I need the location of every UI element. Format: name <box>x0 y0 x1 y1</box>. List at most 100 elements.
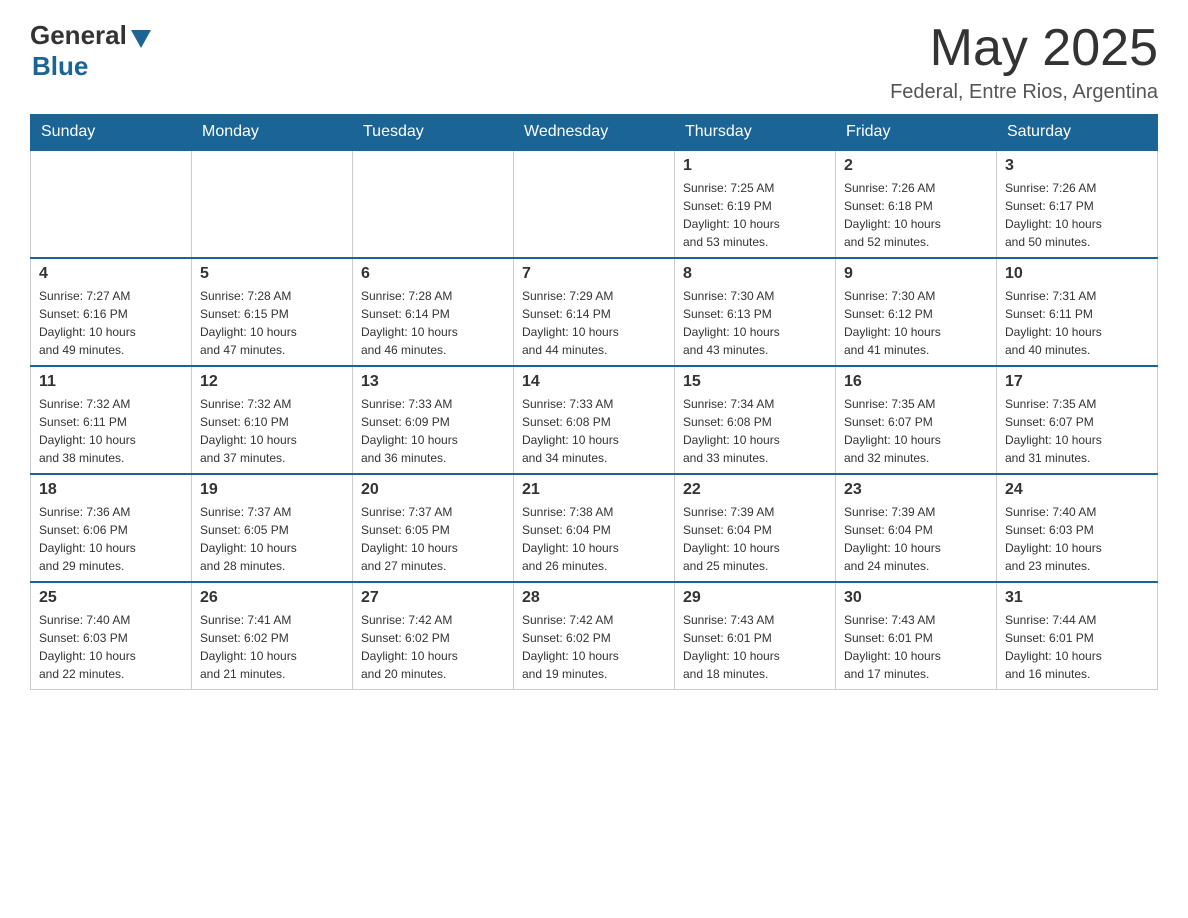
day-number: 17 <box>1005 373 1149 391</box>
logo-arrow-icon <box>131 30 151 48</box>
day-number: 18 <box>39 481 183 499</box>
day-info: Sunrise: 7:26 AMSunset: 6:17 PMDaylight:… <box>1005 179 1149 251</box>
calendar-cell: 24 Sunrise: 7:40 AMSunset: 6:03 PMDayligh… <box>997 474 1158 582</box>
day-number: 8 <box>683 265 827 283</box>
calendar-table: SundayMondayTuesdayWednesdayThursdayFrid… <box>30 114 1158 690</box>
day-info: Sunrise: 7:40 AMSunset: 6:03 PMDaylight:… <box>1005 503 1149 575</box>
calendar-cell: 2 Sunrise: 7:26 AMSunset: 6:18 PMDaylight… <box>836 150 997 258</box>
calendar-cell: 19 Sunrise: 7:37 AMSunset: 6:05 PMDayligh… <box>192 474 353 582</box>
day-number: 29 <box>683 589 827 607</box>
page-header: General Blue May 2025 Federal, Entre Rio… <box>30 20 1158 104</box>
location-text: Federal, Entre Rios, Argentina <box>890 81 1158 104</box>
title-section: May 2025 Federal, Entre Rios, Argentina <box>890 20 1158 104</box>
day-number: 19 <box>200 481 344 499</box>
calendar-cell <box>192 150 353 258</box>
calendar-week-row: 4 Sunrise: 7:27 AMSunset: 6:16 PMDaylight… <box>31 258 1158 366</box>
day-number: 15 <box>683 373 827 391</box>
day-number: 1 <box>683 157 827 175</box>
calendar-cell: 3 Sunrise: 7:26 AMSunset: 6:17 PMDaylight… <box>997 150 1158 258</box>
calendar-cell: 27 Sunrise: 7:42 AMSunset: 6:02 PMDayligh… <box>353 582 514 690</box>
weekday-header-thursday: Thursday <box>675 115 836 151</box>
day-info: Sunrise: 7:34 AMSunset: 6:08 PMDaylight:… <box>683 395 827 467</box>
calendar-cell <box>31 150 192 258</box>
day-number: 5 <box>200 265 344 283</box>
calendar-cell: 12Sunrise: 7:32 AMSunset: 6:10 PMDayligh… <box>192 366 353 474</box>
day-info: Sunrise: 7:42 AMSunset: 6:02 PMDaylight:… <box>522 611 666 683</box>
day-info: Sunrise: 7:40 AMSunset: 6:03 PMDaylight:… <box>39 611 183 683</box>
calendar-cell: 22 Sunrise: 7:39 AMSunset: 6:04 PMDayligh… <box>675 474 836 582</box>
day-info: Sunrise: 7:37 AMSunset: 6:05 PMDaylight:… <box>200 503 344 575</box>
day-info: Sunrise: 7:33 AMSunset: 6:09 PMDaylight:… <box>361 395 505 467</box>
calendar-cell: 18 Sunrise: 7:36 AMSunset: 6:06 PMDayligh… <box>31 474 192 582</box>
day-info: Sunrise: 7:26 AMSunset: 6:18 PMDaylight:… <box>844 179 988 251</box>
day-number: 4 <box>39 265 183 283</box>
day-info: Sunrise: 7:37 AMSunset: 6:05 PMDaylight:… <box>361 503 505 575</box>
calendar-cell: 20 Sunrise: 7:37 AMSunset: 6:05 PMDayligh… <box>353 474 514 582</box>
day-info: Sunrise: 7:29 AMSunset: 6:14 PMDaylight:… <box>522 287 666 359</box>
weekday-header-tuesday: Tuesday <box>353 115 514 151</box>
calendar-cell: 16Sunrise: 7:35 AMSunset: 6:07 PMDayligh… <box>836 366 997 474</box>
day-info: Sunrise: 7:35 AMSunset: 6:07 PMDaylight:… <box>1005 395 1149 467</box>
weekday-header-wednesday: Wednesday <box>514 115 675 151</box>
calendar-cell: 1 Sunrise: 7:25 AMSunset: 6:19 PMDaylight… <box>675 150 836 258</box>
calendar-cell: 7 Sunrise: 7:29 AMSunset: 6:14 PMDaylight… <box>514 258 675 366</box>
day-info: Sunrise: 7:32 AMSunset: 6:11 PMDaylight:… <box>39 395 183 467</box>
day-number: 9 <box>844 265 988 283</box>
day-info: Sunrise: 7:27 AMSunset: 6:16 PMDaylight:… <box>39 287 183 359</box>
day-info: Sunrise: 7:33 AMSunset: 6:08 PMDaylight:… <box>522 395 666 467</box>
weekday-header-friday: Friday <box>836 115 997 151</box>
day-info: Sunrise: 7:28 AMSunset: 6:15 PMDaylight:… <box>200 287 344 359</box>
calendar-cell <box>353 150 514 258</box>
day-number: 14 <box>522 373 666 391</box>
calendar-cell: 4 Sunrise: 7:27 AMSunset: 6:16 PMDaylight… <box>31 258 192 366</box>
day-number: 31 <box>1005 589 1149 607</box>
day-info: Sunrise: 7:35 AMSunset: 6:07 PMDaylight:… <box>844 395 988 467</box>
day-number: 20 <box>361 481 505 499</box>
calendar-header-row: SundayMondayTuesdayWednesdayThursdayFrid… <box>31 115 1158 151</box>
day-number: 28 <box>522 589 666 607</box>
calendar-cell: 9 Sunrise: 7:30 AMSunset: 6:12 PMDaylight… <box>836 258 997 366</box>
day-info: Sunrise: 7:28 AMSunset: 6:14 PMDaylight:… <box>361 287 505 359</box>
day-number: 11 <box>39 373 183 391</box>
day-info: Sunrise: 7:43 AMSunset: 6:01 PMDaylight:… <box>683 611 827 683</box>
day-info: Sunrise: 7:42 AMSunset: 6:02 PMDaylight:… <box>361 611 505 683</box>
calendar-cell: 26 Sunrise: 7:41 AMSunset: 6:02 PMDayligh… <box>192 582 353 690</box>
day-info: Sunrise: 7:39 AMSunset: 6:04 PMDaylight:… <box>683 503 827 575</box>
day-number: 7 <box>522 265 666 283</box>
calendar-cell: 10 Sunrise: 7:31 AMSunset: 6:11 PMDayligh… <box>997 258 1158 366</box>
calendar-week-row: 18 Sunrise: 7:36 AMSunset: 6:06 PMDayligh… <box>31 474 1158 582</box>
day-info: Sunrise: 7:31 AMSunset: 6:11 PMDaylight:… <box>1005 287 1149 359</box>
day-info: Sunrise: 7:25 AMSunset: 6:19 PMDaylight:… <box>683 179 827 251</box>
calendar-cell: 25 Sunrise: 7:40 AMSunset: 6:03 PMDayligh… <box>31 582 192 690</box>
day-number: 13 <box>361 373 505 391</box>
day-info: Sunrise: 7:43 AMSunset: 6:01 PMDaylight:… <box>844 611 988 683</box>
day-number: 10 <box>1005 265 1149 283</box>
calendar-week-row: 25 Sunrise: 7:40 AMSunset: 6:03 PMDayligh… <box>31 582 1158 690</box>
logo: General Blue <box>30 20 151 82</box>
day-number: 3 <box>1005 157 1149 175</box>
day-number: 26 <box>200 589 344 607</box>
day-info: Sunrise: 7:44 AMSunset: 6:01 PMDaylight:… <box>1005 611 1149 683</box>
calendar-cell: 28 Sunrise: 7:42 AMSunset: 6:02 PMDayligh… <box>514 582 675 690</box>
calendar-cell: 8 Sunrise: 7:30 AMSunset: 6:13 PMDaylight… <box>675 258 836 366</box>
day-number: 6 <box>361 265 505 283</box>
day-info: Sunrise: 7:30 AMSunset: 6:12 PMDaylight:… <box>844 287 988 359</box>
day-info: Sunrise: 7:41 AMSunset: 6:02 PMDaylight:… <box>200 611 344 683</box>
day-number: 24 <box>1005 481 1149 499</box>
day-info: Sunrise: 7:36 AMSunset: 6:06 PMDaylight:… <box>39 503 183 575</box>
day-number: 27 <box>361 589 505 607</box>
calendar-cell: 6 Sunrise: 7:28 AMSunset: 6:14 PMDaylight… <box>353 258 514 366</box>
day-number: 23 <box>844 481 988 499</box>
calendar-cell: 29 Sunrise: 7:43 AMSunset: 6:01 PMDayligh… <box>675 582 836 690</box>
calendar-cell: 14 Sunrise: 7:33 AMSunset: 6:08 PMDayligh… <box>514 366 675 474</box>
day-info: Sunrise: 7:30 AMSunset: 6:13 PMDaylight:… <box>683 287 827 359</box>
day-number: 25 <box>39 589 183 607</box>
day-number: 22 <box>683 481 827 499</box>
calendar-week-row: 11 Sunrise: 7:32 AMSunset: 6:11 PMDayligh… <box>31 366 1158 474</box>
weekday-header-monday: Monday <box>192 115 353 151</box>
logo-blue-text: Blue <box>32 51 88 82</box>
day-number: 2 <box>844 157 988 175</box>
day-info: Sunrise: 7:39 AMSunset: 6:04 PMDaylight:… <box>844 503 988 575</box>
logo-general-text: General <box>30 20 127 51</box>
calendar-week-row: 1 Sunrise: 7:25 AMSunset: 6:19 PMDaylight… <box>31 150 1158 258</box>
